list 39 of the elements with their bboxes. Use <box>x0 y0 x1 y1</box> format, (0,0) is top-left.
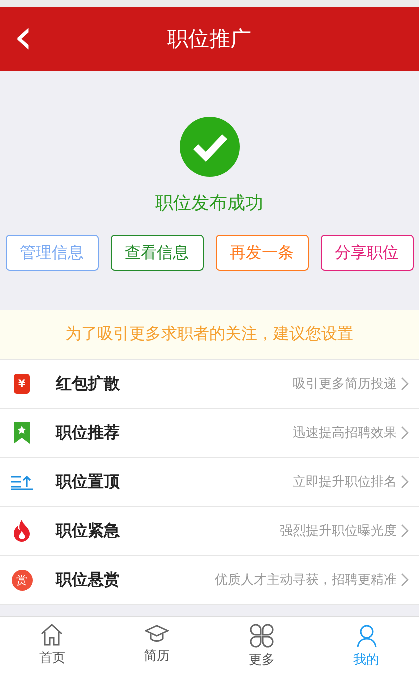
row-hint: 强烈提升职位曝光度 <box>280 523 397 540</box>
home-icon <box>40 624 64 646</box>
notice-text: 为了吸引更多求职者的关注，建议您设置 <box>0 310 419 360</box>
row-title: 职位推荐 <box>56 422 120 444</box>
user-icon <box>356 624 378 648</box>
row-title: 职位紧急 <box>56 520 120 542</box>
page-title: 职位推广 <box>168 26 252 53</box>
reward-badge-icon: 赏 <box>12 570 32 590</box>
success-message: 职位发布成功 <box>156 192 264 215</box>
row-title: 职位悬赏 <box>56 570 120 590</box>
chevron-right-icon <box>401 426 409 440</box>
chevron-right-icon <box>401 475 409 489</box>
graduation-cap-icon <box>145 624 170 644</box>
row-title: 职位置顶 <box>56 472 120 492</box>
clover-grid-icon <box>250 624 274 648</box>
promotion-row[interactable]: 职位紧急 强烈提升职位曝光度 <box>0 507 419 556</box>
row-hint: 迅速提高招聘效果 <box>293 425 397 442</box>
tab-item[interactable]: 简历 <box>104 617 210 681</box>
row-hint: 吸引更多简历投递 <box>293 376 397 393</box>
chevron-right-icon <box>401 573 409 587</box>
back-button[interactable]: ‹ <box>8 15 40 59</box>
tab-item[interactable]: 首页 <box>0 617 105 681</box>
row-hint: 立即提升职位排名 <box>293 474 397 491</box>
promotion-row[interactable]: 职位置顶 立即提升职位排名 <box>0 458 419 507</box>
action-button[interactable]: 分享职位 <box>320 235 414 271</box>
action-button[interactable]: 查看信息 <box>110 235 204 271</box>
tab-item[interactable]: 更多 <box>210 617 314 681</box>
promotion-row[interactable]: 职位推荐 迅速提高招聘效果 <box>0 409 419 458</box>
chevron-right-icon <box>401 524 409 538</box>
check-circle-icon <box>180 117 240 177</box>
flame-icon <box>13 520 31 542</box>
row-title: 红包扩散 <box>56 374 120 394</box>
chevron-right-icon <box>401 377 409 391</box>
list-up-arrow-icon <box>11 474 33 490</box>
promotion-row[interactable]: 赏 职位悬赏 优质人才主动寻获，招聘更精准 <box>0 556 419 605</box>
row-hint: 优质人才主动寻获，招聘更精准 <box>215 572 397 589</box>
bookmark-star-icon <box>14 422 30 444</box>
promotion-row[interactable]: ¥ 红包扩散 吸引更多简历投递 <box>0 360 419 409</box>
money-envelope-icon: ¥ <box>14 374 30 394</box>
